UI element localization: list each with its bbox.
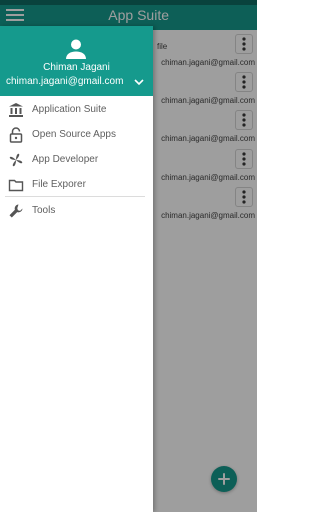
lock-open-icon	[7, 126, 25, 144]
nav-item-app-developer[interactable]: App Developer	[0, 148, 153, 172]
nav-item-label: Tools	[32, 205, 56, 216]
person-icon	[66, 39, 86, 59]
divider	[5, 196, 145, 197]
nav-item-label: Open Source Apps	[32, 129, 116, 140]
nav-item-label: File Exporer	[32, 179, 86, 190]
nav-item-open-source-apps[interactable]: Open Source Apps	[0, 123, 153, 147]
nav-item-label: Application Suite	[32, 104, 107, 115]
bank-icon	[7, 101, 25, 119]
nav-item-file-exporer[interactable]: File Exporer	[0, 173, 153, 197]
chevron-down-icon[interactable]	[134, 78, 144, 86]
drawer-header: Chiman Jagani chiman.jagani@gmail.com	[0, 26, 153, 96]
nav-item-label: App Developer	[32, 154, 99, 165]
pinwheel-icon	[7, 151, 25, 169]
wrench-icon	[7, 202, 25, 220]
nav-item-application-suite[interactable]: Application Suite	[0, 98, 153, 122]
folder-icon	[7, 176, 25, 194]
user-name: Chiman Jagani	[43, 62, 110, 73]
nav-item-tools[interactable]: Tools	[0, 199, 153, 223]
user-email: chiman.jagani@gmail.com	[6, 76, 124, 87]
navigation-drawer: Chiman Jagani chiman.jagani@gmail.com Ap…	[0, 26, 153, 512]
